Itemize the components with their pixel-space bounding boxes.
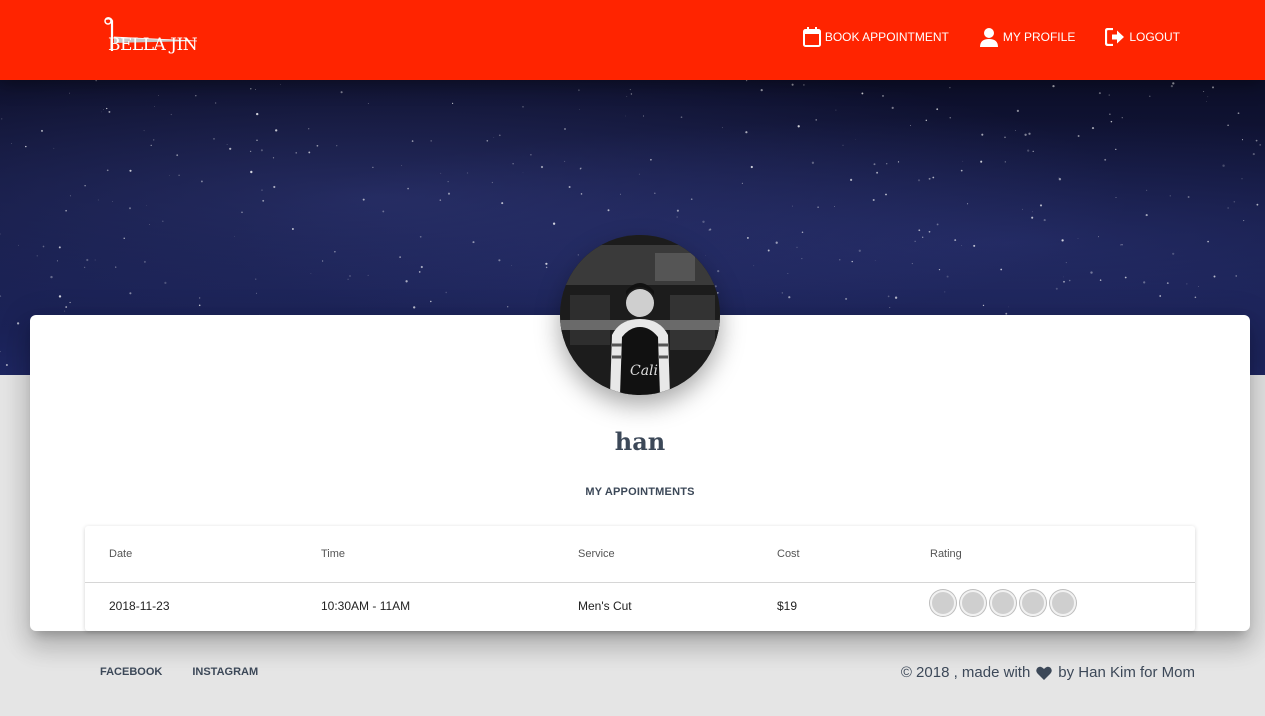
my-profile-link[interactable]: MY PROFILE bbox=[979, 25, 1075, 49]
appointments-heading: MY APPOINTMENTS bbox=[585, 486, 695, 498]
navbar: BELLA JIN BOOK APPOINTMENT MY PROFILE LO… bbox=[0, 0, 1265, 80]
appointments-table: Date Time Service Cost Rating 2018-11-23… bbox=[85, 526, 1195, 631]
heart-icon bbox=[1036, 666, 1053, 680]
copyright: © 2018 , made with by Han Kim for Mom bbox=[901, 664, 1195, 681]
rating-control bbox=[930, 590, 1080, 616]
column-header-rating: Rating bbox=[930, 548, 962, 560]
brand-name: BELLA JIN bbox=[108, 35, 198, 55]
cell-date: 2018-11-23 bbox=[109, 599, 170, 613]
cell-service: Men's Cut bbox=[578, 599, 632, 613]
calendar-icon bbox=[802, 27, 821, 47]
facebook-link[interactable]: FACEBOOK bbox=[100, 666, 162, 678]
column-header-cost: Cost bbox=[777, 548, 800, 560]
column-header-service: Service bbox=[578, 548, 615, 560]
logout-link[interactable]: LOGOUT bbox=[1105, 25, 1180, 49]
copyright-prefix: © 2018 , made with bbox=[900, 664, 1031, 681]
svg-text:Cali: Cali bbox=[630, 363, 658, 379]
my-profile-label: MY PROFILE bbox=[1002, 30, 1076, 44]
avatar: Cali bbox=[560, 235, 720, 395]
rating-option-3[interactable] bbox=[990, 590, 1016, 616]
rating-option-1[interactable] bbox=[930, 590, 956, 616]
copyright-suffix: by Han Kim for Mom bbox=[1058, 664, 1195, 681]
rating-option-5[interactable] bbox=[1050, 590, 1076, 616]
cell-cost: $19 bbox=[777, 599, 798, 613]
profile-card: Cali han MY APPOINTMENTS Date Time Servi… bbox=[30, 235, 1250, 631]
cell-time: 10:30AM - 11AM bbox=[321, 599, 411, 613]
book-appointment-link[interactable]: BOOK APPOINTMENT bbox=[802, 25, 949, 49]
main-nav: BOOK APPOINTMENT MY PROFILE LOGOUT bbox=[802, 25, 1180, 49]
profile-username: han bbox=[614, 427, 666, 456]
rating-option-4[interactable] bbox=[1020, 590, 1046, 616]
instagram-link[interactable]: INSTAGRAM bbox=[192, 666, 258, 678]
footer-links: FACEBOOK INSTAGRAM bbox=[100, 666, 288, 678]
table-row: 2018-11-23 10:30AM - 11AM Men's Cut $19 bbox=[85, 583, 1195, 631]
logout-icon bbox=[1105, 28, 1125, 46]
avatar-photo: Cali bbox=[560, 235, 720, 395]
logout-label: LOGOUT bbox=[1129, 30, 1180, 44]
book-appointment-label: BOOK APPOINTMENT bbox=[824, 30, 949, 44]
column-header-date: Date bbox=[109, 548, 133, 560]
column-header-time: Time bbox=[321, 548, 346, 560]
table-header: Date Time Service Cost Rating bbox=[85, 526, 1195, 583]
brand-logo[interactable]: BELLA JIN bbox=[102, 15, 202, 63]
rating-option-2[interactable] bbox=[960, 590, 986, 616]
user-icon bbox=[979, 28, 998, 47]
